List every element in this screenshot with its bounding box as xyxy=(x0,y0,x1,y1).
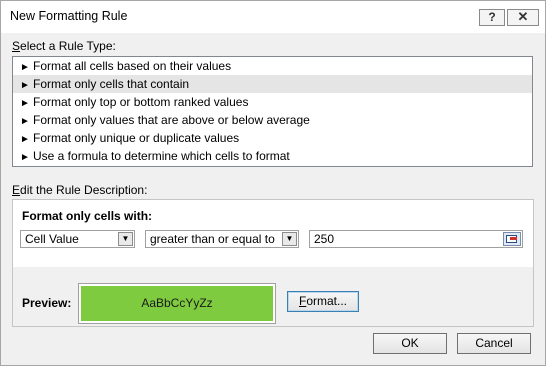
ok-button[interactable]: OK xyxy=(373,333,447,354)
close-button[interactable]: ✕ xyxy=(507,9,539,26)
dialog-title: New Formatting Rule xyxy=(10,9,128,23)
help-button[interactable]: ? xyxy=(479,9,505,26)
chevron-down-icon[interactable]: ▼ xyxy=(118,232,133,246)
rule-type-item[interactable]: ► Format only values that are above or be… xyxy=(13,111,532,129)
value-input[interactable]: 250 xyxy=(309,230,523,248)
rule-type-item-selected[interactable]: ► Format only cells that contain xyxy=(13,75,532,93)
format-button[interactable]: Format... xyxy=(287,291,359,312)
rule-type-item[interactable]: ► Format all cells based on their values xyxy=(13,57,532,75)
operator-select[interactable]: greater than or equal to ▼ xyxy=(145,230,299,248)
condition-field-select[interactable]: Cell Value ▼ xyxy=(20,230,135,248)
rule-type-list[interactable]: ► Format all cells based on their values … xyxy=(12,56,533,167)
cancel-button[interactable]: Cancel xyxy=(457,333,531,354)
rule-type-item[interactable]: ► Format only top or bottom ranked values xyxy=(13,93,532,111)
rule-type-item[interactable]: ► Format only unique or duplicate values xyxy=(13,129,532,147)
rule-description-panel: Format only cells with: Cell Value ▼ gre… xyxy=(12,199,534,327)
title-bar: New Formatting Rule ? ✕ xyxy=(1,1,545,33)
preview-box: AaBbCcYyZz xyxy=(78,283,276,324)
preview-sample: AaBbCcYyZz xyxy=(81,286,273,321)
rule-type-label: Select a Rule Type: xyxy=(12,39,116,53)
chevron-down-icon[interactable]: ▼ xyxy=(282,232,297,246)
rule-type-item[interactable]: ► Use a formula to determine which cells … xyxy=(13,147,532,165)
rule-description-label: Edit the Rule Description: xyxy=(12,183,148,197)
arrow-right-icon: ► xyxy=(20,152,30,163)
format-only-cells-label: Format only cells with: xyxy=(22,209,153,223)
range-select-icon[interactable] xyxy=(503,232,521,246)
new-formatting-rule-dialog: New Formatting Rule ? ✕ Select a Rule Ty… xyxy=(0,0,546,366)
preview-label: Preview: xyxy=(22,296,72,310)
condition-area: Format only cells with: Cell Value ▼ gre… xyxy=(13,200,533,267)
